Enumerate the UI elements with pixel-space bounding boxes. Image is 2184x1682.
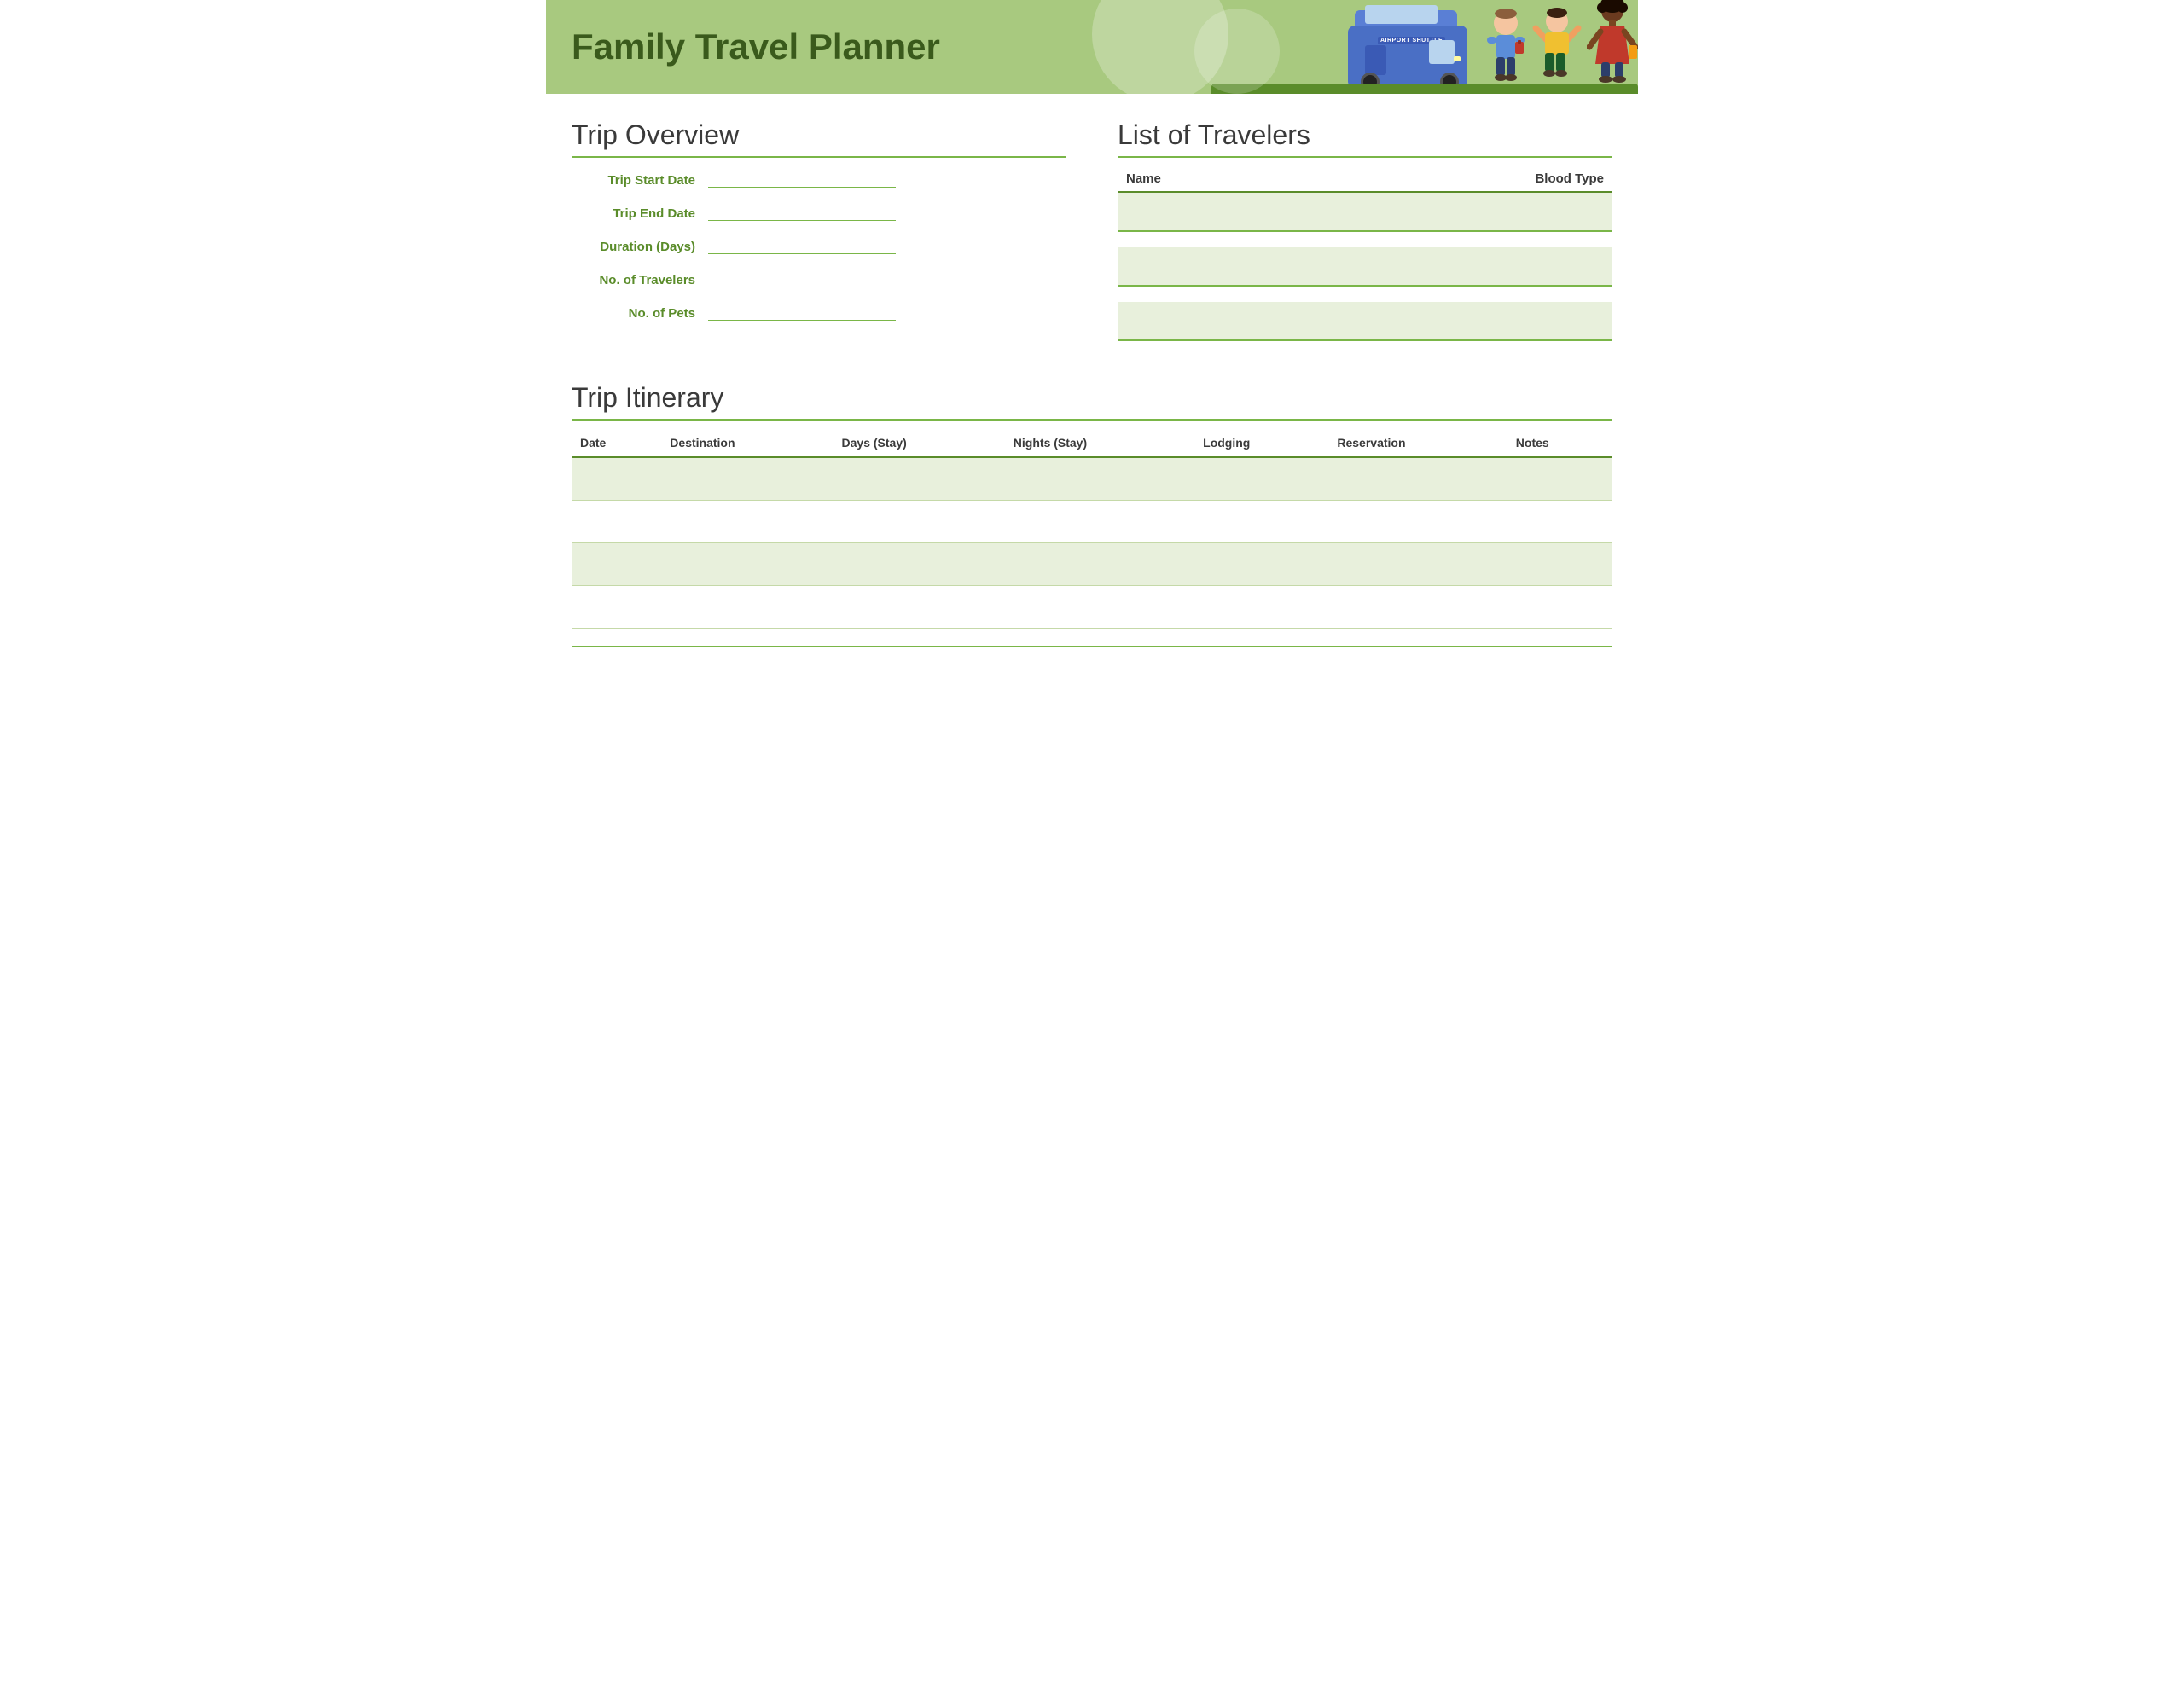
bus-window	[1365, 5, 1438, 24]
row-1-lodging[interactable]	[1194, 457, 1328, 500]
no-of-pets-label: No. of Pets	[572, 306, 708, 321]
row-3-days-stay[interactable]	[834, 542, 1005, 585]
row-4-lodging[interactable]	[1194, 585, 1328, 628]
travelers-table: Name Blood Type	[1118, 166, 1612, 341]
row-3-date[interactable]	[572, 542, 661, 585]
itinerary-header-row: Date Destination Days (Stay) Nights (Sta…	[572, 429, 1612, 457]
no-of-pets-input[interactable]	[708, 303, 896, 321]
row-4-days-stay[interactable]	[834, 585, 1005, 628]
itinerary-row-4	[572, 585, 1612, 628]
traveler-row-2	[1118, 247, 1612, 287]
trip-end-date-label: Trip End Date	[572, 206, 708, 221]
trip-start-date-input[interactable]	[708, 170, 896, 188]
traveler-spacer-1	[1118, 239, 1612, 247]
no-of-pets-row: No. of Pets	[572, 299, 1066, 324]
bus-illustration: AIRPORT SHUTTLE	[1339, 9, 1476, 94]
trip-end-date-input[interactable]	[708, 203, 896, 221]
person-3-icon	[1587, 0, 1638, 85]
bus-headlight	[1454, 56, 1461, 61]
ground-decoration	[1211, 84, 1638, 94]
trip-itinerary-section: Trip Itinerary Date Destination Days (St…	[572, 382, 1612, 629]
row-4-reservation[interactable]	[1328, 585, 1507, 628]
footer-divider	[572, 646, 1612, 654]
header-illustration: AIRPORT SHUTTLE	[1339, 0, 1638, 94]
page-title: Family Travel Planner	[572, 26, 940, 67]
bus-windshield	[1429, 40, 1455, 64]
duration-days-label: Duration (Days)	[572, 240, 708, 254]
traveler-1-name[interactable]	[1118, 193, 1411, 231]
row-2-reservation[interactable]	[1328, 500, 1507, 542]
trip-start-date-label: Trip Start Date	[572, 173, 708, 188]
row-1-destination[interactable]	[661, 457, 833, 500]
travelers-table-header: Name Blood Type	[1118, 166, 1612, 193]
row-2-destination[interactable]	[661, 500, 833, 542]
duration-days-row: Duration (Days)	[572, 233, 1066, 258]
row-1-date[interactable]	[572, 457, 661, 500]
trip-end-date-row: Trip End Date	[572, 200, 1066, 224]
traveler-row-3	[1118, 302, 1612, 341]
travelers-blood-col-header: Blood Type	[1413, 171, 1612, 186]
overview-travelers-columns: Trip Overview Trip Start Date Trip End D…	[572, 119, 1612, 348]
col-notes: Notes	[1507, 429, 1612, 457]
page-header: Family Travel Planner AIRPORT SHUTTLE	[546, 0, 1638, 94]
col-lodging: Lodging	[1194, 429, 1328, 457]
row-4-nights-stay[interactable]	[1005, 585, 1194, 628]
bus-door	[1365, 45, 1386, 75]
list-of-travelers-section: List of Travelers Name Blood Type	[1118, 119, 1612, 348]
col-date: Date	[572, 429, 661, 457]
itinerary-row-1	[572, 457, 1612, 500]
traveler-row-1	[1118, 193, 1612, 232]
col-days-stay: Days (Stay)	[834, 429, 1005, 457]
row-2-days-stay[interactable]	[834, 500, 1005, 542]
row-1-notes[interactable]	[1507, 457, 1612, 500]
traveler-2-name[interactable]	[1118, 247, 1411, 286]
trip-overview-title: Trip Overview	[572, 119, 1066, 158]
row-3-reservation[interactable]	[1328, 542, 1507, 585]
row-2-notes[interactable]	[1507, 500, 1612, 542]
row-3-destination[interactable]	[661, 542, 833, 585]
traveler-3-name[interactable]	[1118, 302, 1411, 340]
traveler-2-blood[interactable]	[1411, 247, 1612, 286]
main-content: Trip Overview Trip Start Date Trip End D…	[546, 94, 1638, 671]
row-1-nights-stay[interactable]	[1005, 457, 1194, 500]
duration-days-input[interactable]	[708, 236, 896, 254]
row-3-lodging[interactable]	[1194, 542, 1328, 585]
row-4-destination[interactable]	[661, 585, 833, 628]
row-4-date[interactable]	[572, 585, 661, 628]
no-of-travelers-label: No. of Travelers	[572, 273, 708, 287]
trip-overview-section: Trip Overview Trip Start Date Trip End D…	[572, 119, 1066, 348]
travelers-section-title: List of Travelers	[1118, 119, 1612, 158]
row-3-notes[interactable]	[1507, 542, 1612, 585]
itinerary-row-3	[572, 542, 1612, 585]
col-nights-stay: Nights (Stay)	[1005, 429, 1194, 457]
no-of-travelers-input[interactable]	[708, 270, 896, 287]
no-of-travelers-row: No. of Travelers	[572, 266, 1066, 291]
row-2-nights-stay[interactable]	[1005, 500, 1194, 542]
people-illustration	[1484, 0, 1638, 94]
row-2-lodging[interactable]	[1194, 500, 1328, 542]
col-destination: Destination	[661, 429, 833, 457]
row-3-nights-stay[interactable]	[1005, 542, 1194, 585]
person-1-icon	[1484, 4, 1527, 85]
itinerary-section-title: Trip Itinerary	[572, 382, 1612, 420]
trip-start-date-row: Trip Start Date	[572, 166, 1066, 191]
row-2-date[interactable]	[572, 500, 661, 542]
traveler-spacer-2	[1118, 293, 1612, 302]
itinerary-table: Date Destination Days (Stay) Nights (Sta…	[572, 429, 1612, 629]
row-1-reservation[interactable]	[1328, 457, 1507, 500]
itinerary-row-2	[572, 500, 1612, 542]
row-4-notes[interactable]	[1507, 585, 1612, 628]
person-2-icon	[1531, 4, 1583, 85]
travelers-name-col-header: Name	[1118, 171, 1413, 186]
col-reservation: Reservation	[1328, 429, 1507, 457]
row-1-days-stay[interactable]	[834, 457, 1005, 500]
traveler-1-blood[interactable]	[1411, 193, 1612, 231]
traveler-3-blood[interactable]	[1411, 302, 1612, 340]
